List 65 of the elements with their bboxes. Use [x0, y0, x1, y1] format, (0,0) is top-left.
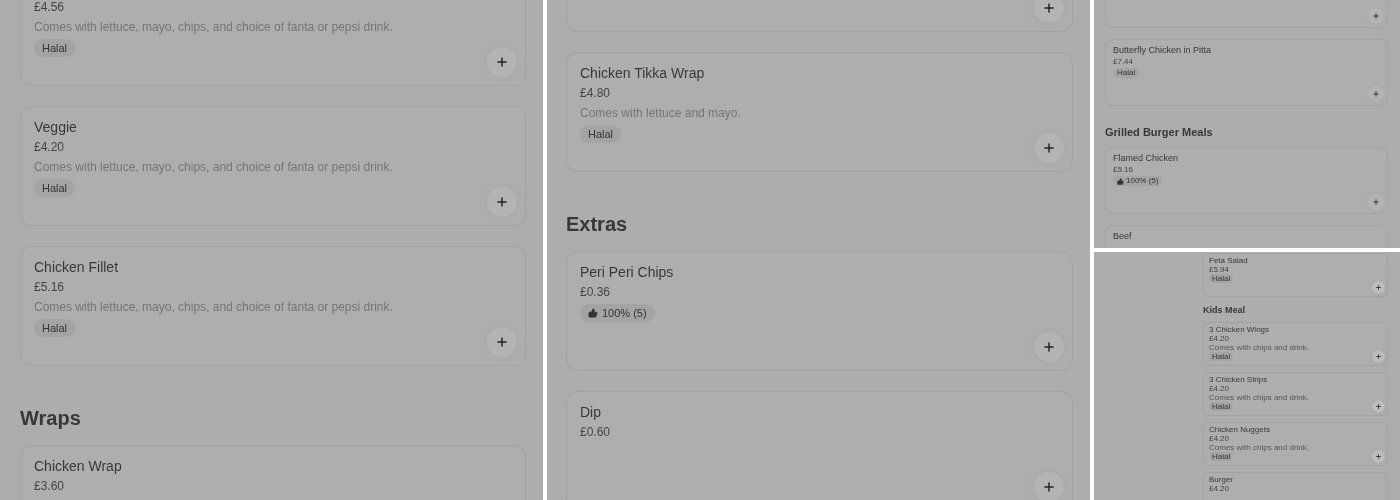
item-price: £4.20	[1209, 484, 1231, 493]
menu-item-card[interactable]: Chicken Fillet £5.16 Comes with lettuce, mayo, chips, and choice of fanta or pepsi drink. Halal	[20, 246, 526, 366]
rating-text: 100% (5)	[602, 306, 647, 320]
item-description: Comes with lettuce, mayo, chips, and choice of fanta or pepsi drink.	[34, 159, 394, 176]
item-name: Butterfly Chicken in Pitta	[1113, 45, 1213, 56]
item-name: Chicken Nuggets	[1209, 425, 1271, 434]
menu-item-card[interactable]: Chicken Wrap £3.60	[20, 445, 526, 500]
item-price: £3.60	[34, 478, 66, 495]
halal-tag: Halal	[580, 125, 622, 143]
halal-tag: Halal	[1209, 352, 1234, 361]
halal-tag: Halal	[34, 319, 76, 337]
halal-tag: Halal	[1209, 274, 1234, 283]
menu-item-card[interactable]: Chicken Nuggets £4.20 Comes with chips and drink. Halal	[1203, 422, 1388, 466]
item-description: Comes with chips and drink.	[1209, 443, 1311, 452]
halal-tag: Halal	[1113, 68, 1140, 78]
item-name: Chicken Wrap	[34, 457, 123, 476]
item-description: Comes with chips and drink.	[1209, 393, 1311, 402]
menu-item-card[interactable]: Flamed Chicken £5.16 100% (5)	[1105, 147, 1388, 214]
section-heading: Extras	[566, 212, 629, 237]
halal-tag: Halal	[1209, 402, 1234, 411]
item-price: £5.16	[34, 279, 66, 296]
item-name: Peri Peri Chips	[580, 263, 675, 282]
section-heading: Kids Meal	[1203, 305, 1246, 316]
item-price: £7.44	[1113, 56, 1135, 67]
menu-item-card[interactable]: Veggie £4.20 Comes with lettuce, mayo, chips, and choice of fanta or pepsi drink. Halal	[20, 106, 526, 226]
item-price: £4.80	[580, 85, 612, 102]
menu-item-card[interactable]: Peri Peri Chips £0.36 100% (5)	[566, 251, 1073, 371]
halal-tag: Halal	[1209, 452, 1234, 461]
item-price: £5.16	[1113, 164, 1135, 175]
section-heading: Wraps	[20, 406, 82, 431]
item-price: £0.36	[580, 284, 612, 301]
halal-tag: Halal	[34, 39, 76, 57]
item-name: Flamed Chicken	[1113, 153, 1180, 164]
halal-tag: Halal	[34, 179, 76, 197]
item-name: 3 Chicken Strips	[1209, 375, 1269, 384]
item-price: £5.94	[1209, 265, 1231, 274]
menu-item-card[interactable]: £4.56 Comes with lettuce, mayo, chips, and choice of fanta or pepsi drink. Halal	[20, 0, 526, 86]
menu-item-card[interactable]: 3 Chicken Wings £4.20 Comes with chips and drink. Halal	[1203, 322, 1388, 366]
item-price: £0.60	[580, 424, 612, 441]
item-name: Chicken Tikka Wrap	[580, 64, 706, 83]
item-name: Burger	[1209, 475, 1234, 484]
menu-item-card[interactable]: Butterfly Chicken in Pitta £7.44 Halal	[1105, 39, 1388, 106]
item-description: Comes with chips and drink.	[1209, 343, 1311, 352]
section-heading: Grilled Burger Meals	[1105, 125, 1214, 139]
item-name: Dip	[580, 403, 602, 422]
menu-item-card[interactable]: Beef	[1105, 225, 1388, 248]
item-price: £4.20	[34, 139, 66, 156]
item-name: Beef	[1113, 231, 1133, 242]
item-description: Comes with lettuce, mayo, chips, and choice of fanta or pepsi drink.	[34, 299, 394, 316]
menu-item-card[interactable]: 3 Chicken Strips £4.20 Comes with chips and drink. Halal	[1203, 372, 1388, 416]
item-price: £4.20	[1209, 384, 1231, 393]
menu-item-card[interactable]: Dip £0.60	[566, 391, 1073, 500]
item-description: Comes with lettuce, mayo, chips, and choice of fanta or pepsi drink.	[34, 19, 394, 36]
rating-text: 100% (5)	[1126, 176, 1159, 186]
item-price: £4.20	[1209, 434, 1231, 443]
menu-item-card[interactable]: Chicken Tikka Wrap £4.80 Comes with lettuce and mayo. Halal	[566, 52, 1073, 172]
item-price: £4.20	[1209, 334, 1231, 343]
menu-item-card[interactable]: Feta Salad £5.94 Halal	[1203, 253, 1388, 297]
item-price: £4.56	[34, 0, 66, 16]
item-description: Comes with lettuce and mayo.	[580, 105, 742, 122]
menu-item-card[interactable]: Burger £4.20	[1203, 472, 1388, 500]
item-name: Chicken Fillet	[34, 258, 120, 277]
item-name: Feta Salad	[1209, 256, 1249, 265]
item-name: 3 Chicken Wings	[1209, 325, 1271, 334]
item-name: Veggie	[34, 118, 78, 137]
